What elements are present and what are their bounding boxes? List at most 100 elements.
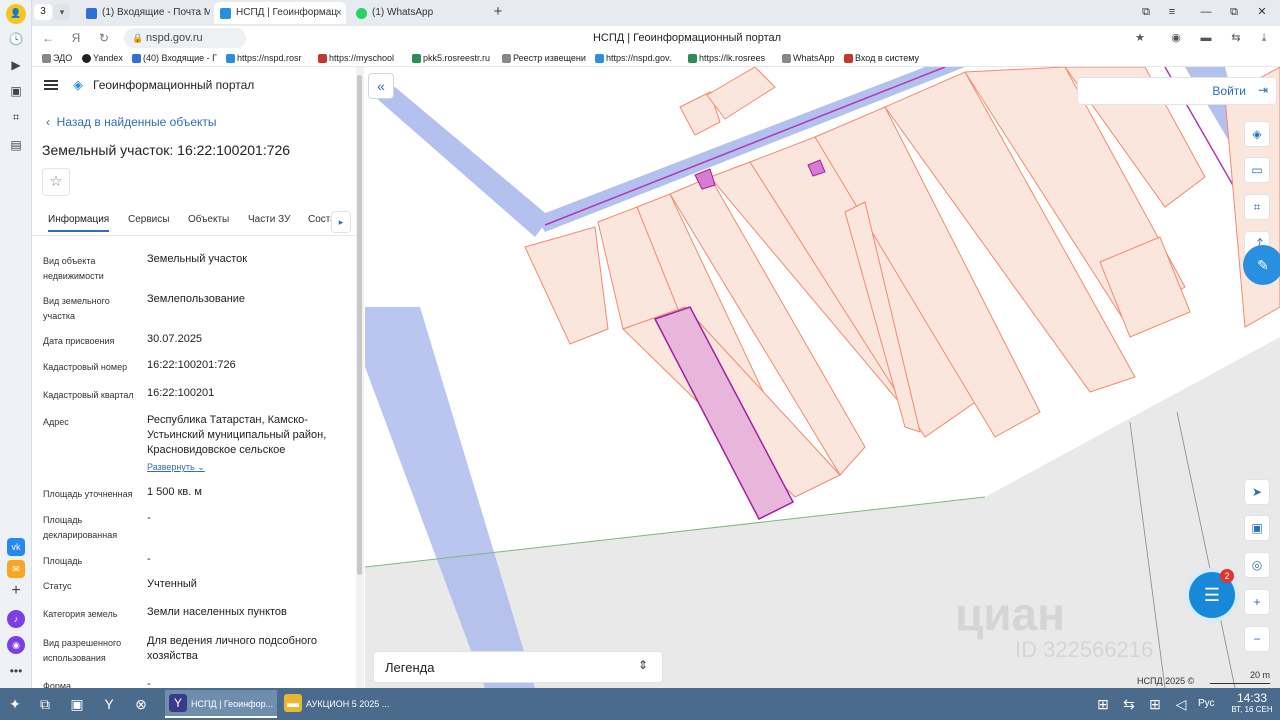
- yandex-browser-icon[interactable]: Y: [98, 693, 120, 715]
- property-label: Площадь декларированная: [43, 515, 118, 540]
- zoom-out-button[interactable]: −: [1244, 626, 1270, 652]
- property-label: Вид земельного участка: [43, 296, 110, 321]
- bookmark-item[interactable]: https://myschool: [318, 50, 394, 67]
- nspd-icon: [595, 54, 604, 63]
- panel-scrollbar[interactable]: [356, 67, 364, 688]
- minimap-button[interactable]: ▣: [1244, 515, 1270, 541]
- tab-objects[interactable]: Объекты: [188, 214, 229, 225]
- start-icon[interactable]: ✦: [4, 693, 26, 715]
- alice-icon[interactable]: ◉: [7, 636, 25, 654]
- bookmark-item[interactable]: Реестр извещени: [502, 50, 586, 67]
- usb-icon[interactable]: ⇆: [1118, 693, 1140, 715]
- tabs-scroll-right-icon[interactable]: ▸: [331, 211, 351, 233]
- back-to-results-link[interactable]: ‹ Назад в найденные объекты: [46, 115, 217, 129]
- tab-info[interactable]: Информация: [48, 214, 110, 232]
- property-value: Землепользование: [147, 293, 246, 305]
- bookmark-icon[interactable]: ★: [1132, 30, 1148, 46]
- bookmark-label: https://nspd.rosr: [237, 53, 302, 63]
- watermark-id: ID 322566216: [1015, 637, 1154, 662]
- bookmark-item[interactable]: https://lk.rosrees: [688, 50, 765, 67]
- profile-avatar[interactable]: 👤: [6, 4, 26, 24]
- tab-services[interactable]: Сервисы: [128, 214, 169, 225]
- url-field[interactable]: 🔒 nspd.gov.ru: [124, 28, 246, 48]
- bookmark-item[interactable]: https://nspd.gov.: [595, 50, 671, 67]
- new-tab-button[interactable]: +: [488, 2, 508, 22]
- more-icon[interactable]: •••: [7, 662, 25, 680]
- property-label: Площадь уточненная: [43, 489, 133, 499]
- tabs-count-icon[interactable]: ▣: [7, 82, 25, 100]
- clock[interactable]: 14:33 ВТ, 16 СЕН: [1228, 691, 1276, 714]
- back-icon[interactable]: ←: [40, 30, 56, 46]
- minimize-button[interactable]: —: [1196, 4, 1216, 20]
- bookmark-item[interactable]: pkk5.rosreestr.ru: [412, 50, 490, 67]
- assistant-icon[interactable]: ✎: [1243, 245, 1280, 285]
- close-window-button[interactable]: ✕: [1252, 4, 1272, 20]
- bookmark-item[interactable]: Yandex: [82, 50, 123, 67]
- collapse-panel-button[interactable]: «: [368, 73, 394, 99]
- poi-button[interactable]: ◎: [1244, 552, 1270, 578]
- locate-button[interactable]: ➤: [1244, 479, 1270, 505]
- bookmark-item[interactable]: ЭДО: [42, 50, 72, 67]
- tab-nspd[interactable]: НСПД | Геоинформац ×: [214, 2, 346, 24]
- login-icon: ⇥: [1257, 83, 1268, 97]
- mail-icon[interactable]: ✉: [7, 560, 25, 578]
- folder-icon: ▬: [284, 694, 302, 712]
- ruler-button[interactable]: ▭: [1244, 157, 1270, 183]
- bookmark-label: https://nspd.gov.: [606, 53, 672, 63]
- bookmark-item[interactable]: (40) Входящие - Г: [132, 50, 217, 67]
- reload-icon[interactable]: ↻: [96, 30, 112, 46]
- translate-icon[interactable]: ⇆: [1228, 30, 1244, 46]
- copyright: НСПД 2025 ©: [1137, 676, 1195, 686]
- hamburger-menu-icon[interactable]: [44, 80, 58, 90]
- bookmark-item[interactable]: https://nspd.rosr: [226, 50, 302, 67]
- scrollbar-thumb[interactable]: [357, 75, 362, 575]
- legend-dropdown[interactable]: Легенда ⇕: [373, 651, 663, 683]
- taskbar-app-folder[interactable]: ▬ АУКЦИОН 5 2025 ...: [280, 690, 392, 718]
- add-icon[interactable]: +: [7, 582, 25, 600]
- vk-icon[interactable]: vk: [7, 538, 25, 556]
- zoom-in-button[interactable]: +: [1244, 589, 1270, 615]
- notes-icon[interactable]: ▤: [7, 136, 25, 154]
- yandex-icon[interactable]: Я: [68, 30, 84, 46]
- screenshot-icon[interactable]: ⌗: [7, 108, 25, 126]
- rosreestr-icon: [412, 54, 421, 63]
- tab-mail[interactable]: (1) Входящие - Почта Ма: [80, 2, 210, 24]
- music-icon[interactable]: ♪: [7, 610, 25, 628]
- apps-grid-icon[interactable]: ⊞: [1144, 693, 1166, 715]
- favorite-star-button[interactable]: ☆: [42, 168, 70, 196]
- property-label: Вид разрешенного использования: [43, 638, 122, 663]
- tab-parts[interactable]: Части ЗУ: [248, 214, 290, 225]
- close-app-icon[interactable]: ⊗: [130, 693, 152, 715]
- extension-icon[interactable]: ◉: [1168, 30, 1184, 46]
- files-icon[interactable]: ▣: [66, 693, 88, 715]
- downloads-icon[interactable]: ▬: [1198, 30, 1214, 46]
- menu-icon[interactable]: ≡: [1162, 4, 1182, 20]
- maximize-button[interactable]: ⧉: [1224, 4, 1244, 20]
- history-icon[interactable]: 🕓: [7, 30, 25, 48]
- network-icon[interactable]: ⊞: [1092, 693, 1114, 715]
- document-icon: [42, 54, 51, 63]
- browser-sidebar: 👤 🕓 ▶ ▣ ⌗ ▤ vk ✉ + ♪ ◉ •••: [0, 0, 32, 688]
- select-area-button[interactable]: ⌗: [1244, 194, 1270, 220]
- language-indicator[interactable]: Рус: [1198, 698, 1215, 709]
- expand-address-link[interactable]: Развернуть ⌄: [147, 462, 205, 473]
- chevron-down-icon[interactable]: ▾: [54, 4, 70, 20]
- download-icon[interactable]: ⤓: [1256, 30, 1272, 46]
- tab-counter[interactable]: 3: [34, 4, 52, 20]
- windows-icon[interactable]: ⧉: [34, 693, 56, 715]
- taskbar-app-browser[interactable]: Y НСПД | Геоинфор...: [165, 690, 277, 718]
- map-canvas[interactable]: циан ID 322566216 « Войти ⇥ ◈ ▭ ⌗ ⤴ ✎ ➤ ▣…: [365, 67, 1280, 688]
- volume-icon[interactable]: ◁: [1170, 693, 1192, 715]
- bookmark-item[interactable]: Вход в систему: [844, 50, 919, 67]
- object-tabs: Информация Сервисы Объекты Части ЗУ Сост…: [32, 210, 363, 234]
- close-icon[interactable]: ×: [336, 2, 342, 24]
- map-drawing: [365, 67, 1280, 688]
- property-label: Дата присвоения: [43, 336, 115, 346]
- play-icon[interactable]: ▶: [7, 56, 25, 74]
- tab-whatsapp[interactable]: (1) WhatsApp: [350, 2, 480, 24]
- divider: [32, 235, 363, 236]
- layers-button[interactable]: ◈: [1244, 121, 1270, 147]
- bookmark-window-icon[interactable]: ⧉: [1136, 4, 1156, 20]
- bookmark-item[interactable]: WhatsApp: [782, 50, 835, 67]
- login-button[interactable]: Войти ⇥: [1077, 77, 1277, 105]
